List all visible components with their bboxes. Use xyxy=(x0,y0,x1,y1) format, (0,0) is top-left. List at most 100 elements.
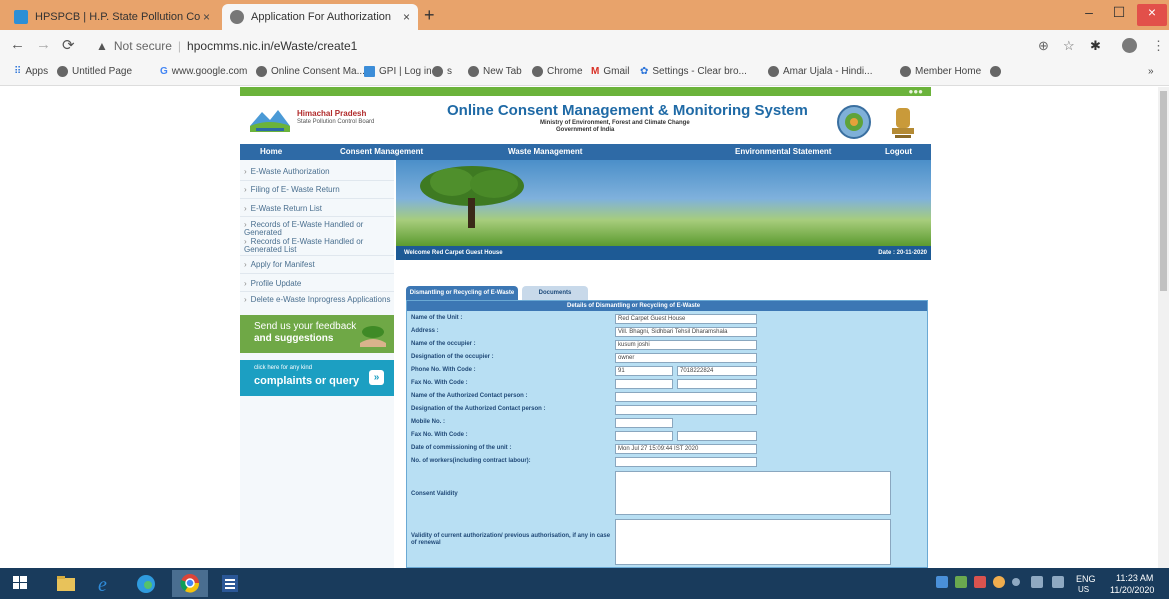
tab-application-for-authorization[interactable]: Application For Authorization × xyxy=(222,4,418,30)
page-title: Online Consent Management & Monitoring S… xyxy=(447,102,808,119)
bookmark-google[interactable]: Gwww.google.com xyxy=(160,66,247,77)
tray-icon[interactable] xyxy=(974,576,986,588)
internet-explorer-icon[interactable]: e xyxy=(92,572,120,595)
apps-grid-icon: ⠿ xyxy=(14,66,22,77)
chrome-taskbar-button[interactable] xyxy=(172,570,208,597)
tray-icon[interactable] xyxy=(955,576,967,588)
fax2-number-field[interactable] xyxy=(677,431,757,441)
bookmark-apps[interactable]: ⠿ Apps xyxy=(14,66,48,77)
address-separator: | xyxy=(177,38,182,53)
fax-number-field[interactable] xyxy=(677,379,757,389)
word-icon[interactable] xyxy=(216,572,244,595)
input-language[interactable]: ENG xyxy=(1076,574,1096,584)
label-phone: Phone No. With Code : xyxy=(411,367,476,373)
bookmark-amar-ujala[interactable]: Amar Ujala - Hindi... xyxy=(768,66,872,77)
page-scrollbar[interactable] xyxy=(1158,87,1169,568)
tab-hpspcb[interactable]: HPSPCB | H.P. State Pollution Co × xyxy=(6,4,218,30)
nav-waste-management[interactable]: Waste Management xyxy=(508,147,582,156)
bookmarks-bar: ⠿ Apps Untitled Page Gwww.google.com Onli… xyxy=(0,60,1169,86)
sidebar-item-records-handled-list[interactable]: Records of E-Waste Handled or Generated … xyxy=(244,238,392,254)
contact-person-field[interactable] xyxy=(615,392,757,402)
bookmark-s[interactable]: s xyxy=(432,66,452,77)
bookmark-extra[interactable] xyxy=(990,66,1005,77)
fax-code-field[interactable] xyxy=(615,379,673,389)
forward-arrow-icon[interactable]: → xyxy=(36,36,51,53)
occupier-designation-field[interactable]: owner xyxy=(615,353,757,363)
sidebar-item-filing-of-e-waste-return[interactable]: Filing of E- Waste Return xyxy=(244,186,340,194)
consent-validity-textarea[interactable] xyxy=(615,471,891,515)
sidebar-item-profile-update[interactable]: Profile Update xyxy=(244,280,302,288)
bookmark-gmail[interactable]: M Gmail xyxy=(591,66,629,77)
form-heading-text: Details of Dismantling or Recycling of E… xyxy=(567,303,701,309)
occupier-name-field[interactable]: kusum joshi xyxy=(615,340,757,350)
bookmark-online-consent[interactable]: Online Consent Ma... xyxy=(256,66,365,77)
label-address: Address : xyxy=(411,328,439,334)
zoom-icon[interactable]: ⊕ xyxy=(1038,38,1049,54)
gear-icon: ✿ xyxy=(640,66,649,77)
clock-time[interactable]: 11:23 AM xyxy=(1116,573,1153,583)
divider xyxy=(240,273,394,274)
tab-title: Application For Authorization xyxy=(251,11,392,23)
main-navigation: Home Consent Management Waste Management… xyxy=(240,144,931,160)
star-icon[interactable]: ☆ xyxy=(1063,38,1075,54)
edge-icon[interactable] xyxy=(132,572,160,595)
address-field[interactable]: Vill. Bhagni, Sidhbari Tehsil Dharamshal… xyxy=(615,327,757,337)
new-tab-button[interactable]: + xyxy=(424,5,435,26)
label-workers: No. of workers(including contract labour… xyxy=(411,458,531,464)
close-tab-icon[interactable]: × xyxy=(203,10,210,24)
windows-start-icon[interactable] xyxy=(6,572,34,595)
scrollbar-thumb[interactable] xyxy=(1160,91,1167,291)
bookmark-gpi-login[interactable]: GPI | Log in xyxy=(364,66,432,77)
tray-icon[interactable] xyxy=(993,576,1005,588)
profile-avatar[interactable] xyxy=(1122,38,1137,53)
network-icon[interactable] xyxy=(1031,576,1043,588)
contact-designation-field[interactable] xyxy=(615,405,757,415)
bookmark-chrome[interactable]: Chrome xyxy=(532,66,583,77)
nav-environmental-statement[interactable]: Environmental Statement xyxy=(735,147,831,156)
bookmark-untitled-page[interactable]: Untitled Page xyxy=(57,66,132,77)
extensions-icon[interactable]: ✱ xyxy=(1090,38,1101,54)
label-occupier-name: Name of the occupier : xyxy=(411,341,476,347)
nav-logout[interactable]: Logout xyxy=(885,147,912,156)
font-size-controls[interactable]: ●●● xyxy=(909,87,924,96)
label-fax: Fax No. With Code : xyxy=(411,380,468,386)
workers-field[interactable] xyxy=(615,457,757,467)
phone-number-field[interactable]: 7018222824 xyxy=(677,366,757,376)
minimize-button[interactable]: – xyxy=(1075,4,1103,26)
notification-flag-icon[interactable] xyxy=(1052,576,1064,588)
fax2-code-field[interactable] xyxy=(615,431,673,441)
bookmark-label: s xyxy=(447,66,452,77)
tab-documents[interactable]: Documents xyxy=(522,286,588,300)
nav-consent-management[interactable]: Consent Management xyxy=(340,147,423,156)
sidebar-item-apply-for-manifest[interactable]: Apply for Manifest xyxy=(244,261,315,269)
close-tab-icon[interactable]: × xyxy=(403,10,410,24)
commissioning-date-field[interactable]: Mon Jul 27 15:09:44 IST 2020 xyxy=(615,444,757,454)
bookmarks-overflow[interactable]: » xyxy=(1148,66,1154,77)
mobile-field[interactable] xyxy=(615,418,673,428)
bookmark-new-tab[interactable]: New Tab xyxy=(468,66,522,77)
complaints-banner[interactable]: click here for any kind complaints or qu… xyxy=(240,360,394,396)
sidebar-item-records-handled[interactable]: Records of E-Waste Handled or Generated xyxy=(244,221,392,237)
close-window-button[interactable]: × xyxy=(1137,4,1167,26)
unit-name-field[interactable]: Red Carpet Guest House xyxy=(615,314,757,324)
sidebar-item-e-waste-authorization[interactable]: E-Waste Authorization xyxy=(244,168,330,176)
reload-icon[interactable]: ⟳ xyxy=(62,36,75,54)
warning-triangle-icon: ▲ xyxy=(96,38,108,53)
network-tray-icon[interactable] xyxy=(936,576,948,588)
maximize-button[interactable]: ☐ xyxy=(1105,4,1133,26)
validity-authorization-textarea[interactable] xyxy=(615,519,891,565)
sidebar-item-delete-inprogress[interactable]: Delete e-Waste Inprogress Applications xyxy=(244,296,392,304)
phone-code-field[interactable]: 91 xyxy=(615,366,673,376)
file-explorer-icon[interactable] xyxy=(52,572,80,595)
menu-kebab-icon[interactable]: ⋮ xyxy=(1152,38,1165,54)
bookmark-member-home[interactable]: Member Home xyxy=(900,66,981,77)
feedback-banner[interactable]: Send us your feedback and suggestions xyxy=(240,315,394,353)
volume-icon[interactable] xyxy=(1012,578,1020,586)
address-bar[interactable]: ▲ Not secure | hpocmms.nic.in/eWaste/cre… xyxy=(96,35,1016,56)
tab-dismantling-recycling[interactable]: Dismantling or Recycling of E-Waste xyxy=(406,286,518,300)
nav-home[interactable]: Home xyxy=(260,147,282,156)
bookmark-settings[interactable]: ✿ Settings - Clear bro... xyxy=(640,66,747,77)
sidebar-item-e-waste-return-list[interactable]: E-Waste Return List xyxy=(244,205,322,213)
back-arrow-icon[interactable]: ← xyxy=(10,36,25,53)
tree-banner xyxy=(396,160,931,246)
